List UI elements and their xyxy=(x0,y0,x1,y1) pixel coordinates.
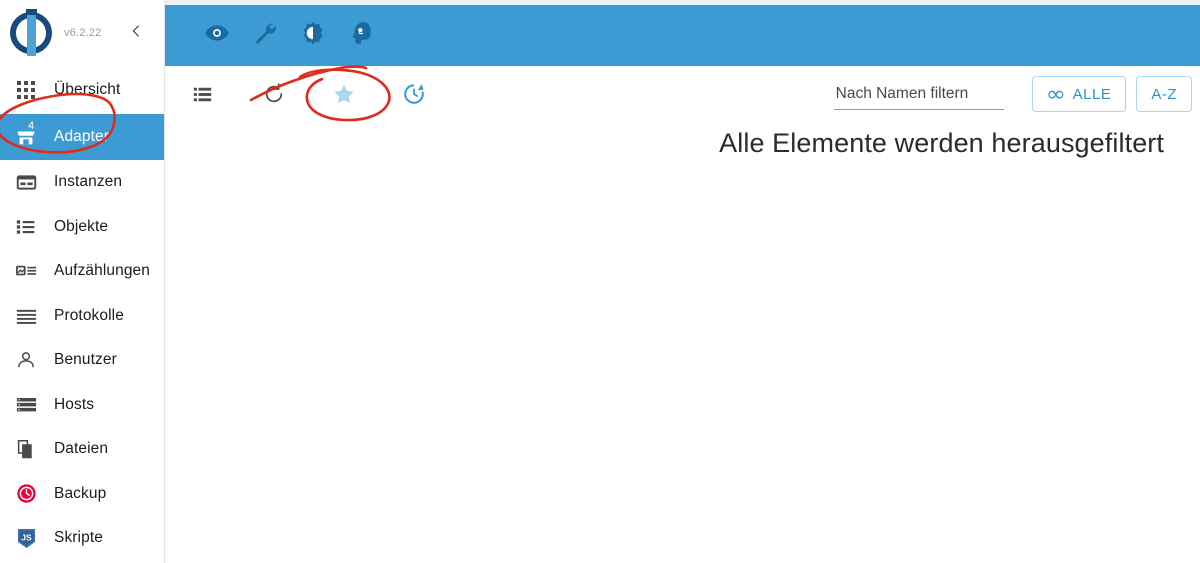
logo-bar xyxy=(26,9,37,56)
sidebar-item-instanzen[interactable]: Instanzen xyxy=(0,160,164,205)
logs-icon xyxy=(14,304,38,328)
sidebar-header: v6.2.22 xyxy=(0,0,164,66)
apps-grid-icon xyxy=(14,78,38,102)
sidebar-item-label: Hosts xyxy=(54,395,95,413)
toolbar-right-group: ∞ ALLE A-Z xyxy=(833,76,1192,112)
star-icon[interactable] xyxy=(324,74,364,114)
sidebar: v6.2.22 Übersicht 4 Adapter Instanzen Ob… xyxy=(0,0,165,563)
sidebar-item-label: Übersicht xyxy=(54,81,121,98)
sidebar-item-label: Objekte xyxy=(54,217,109,235)
sidebar-item-benutzer[interactable]: Benutzer xyxy=(0,338,164,383)
sidebar-item-backup[interactable]: Backup xyxy=(0,472,164,517)
javascript-icon: JS xyxy=(14,526,38,550)
sidebar-item-aufzahlungen[interactable]: Aufzählungen xyxy=(0,249,164,294)
files-icon xyxy=(14,437,38,461)
sidebar-item-label: Benutzer xyxy=(54,351,117,369)
sidebar-item-objekte[interactable]: Objekte xyxy=(0,205,164,250)
store-icon xyxy=(14,125,38,149)
chevron-left-icon[interactable] xyxy=(124,20,148,44)
hosts-icon xyxy=(14,393,38,417)
enums-icon xyxy=(14,259,38,283)
instances-icon xyxy=(14,170,38,194)
update-clock-icon[interactable] xyxy=(394,74,434,114)
view-list-icon[interactable] xyxy=(182,74,222,114)
filter-all-button[interactable]: ∞ ALLE xyxy=(1031,76,1127,112)
sidebar-item-label: Backup xyxy=(54,484,107,502)
eye-icon[interactable] xyxy=(195,13,239,53)
app-window: v6.2.22 Übersicht 4 Adapter Instanzen Ob… xyxy=(0,0,1200,563)
person-icon xyxy=(14,348,38,372)
sidebar-item-ubersicht[interactable]: Übersicht xyxy=(0,66,164,114)
backup-clock-icon xyxy=(14,482,38,506)
infinity-icon: ∞ xyxy=(1045,81,1066,106)
sidebar-item-label: Instanzen xyxy=(54,173,123,191)
wrench-icon[interactable] xyxy=(243,13,287,53)
sidebar-item-skripte[interactable]: JS Skripte xyxy=(0,516,164,561)
brightness-icon[interactable] xyxy=(291,13,335,53)
sidebar-item-label: Adapter xyxy=(54,128,109,145)
svg-text:JS: JS xyxy=(21,532,32,542)
expert-head-icon[interactable] xyxy=(339,13,383,53)
app-version: v6.2.22 xyxy=(64,27,102,39)
sidebar-item-label: Skripte xyxy=(54,529,103,547)
top-app-bar xyxy=(165,0,1200,66)
sidebar-item-adapter[interactable]: 4 Adapter xyxy=(0,114,164,160)
empty-state-message: Alle Elemente werden herausgefiltert xyxy=(719,128,1164,158)
sidebar-nav: Übersicht 4 Adapter Instanzen Objekte Au… xyxy=(0,66,164,561)
adapter-update-badge: 4 xyxy=(28,120,35,132)
iobroker-logo xyxy=(8,9,54,56)
list-objects-icon xyxy=(14,215,38,239)
main-content: ∞ ALLE A-Z Alle Elemente werden herausge… xyxy=(166,66,1200,563)
sidebar-item-hosts[interactable]: Hosts xyxy=(0,383,164,428)
sort-az-button[interactable]: A-Z xyxy=(1136,76,1192,112)
sidebar-item-label: Aufzählungen xyxy=(54,262,151,280)
filter-all-label: ALLE xyxy=(1072,85,1112,103)
filter-input[interactable] xyxy=(833,83,1004,110)
sidebar-item-label: Dateien xyxy=(54,440,109,458)
refresh-icon[interactable] xyxy=(254,74,294,114)
sidebar-item-label: Protokolle xyxy=(54,306,124,324)
adapter-toolbar: ∞ ALLE A-Z xyxy=(166,66,1200,122)
sort-az-label: A-Z xyxy=(1151,85,1177,103)
sidebar-item-protokolle[interactable]: Protokolle xyxy=(0,294,164,339)
sidebar-item-dateien[interactable]: Dateien xyxy=(0,427,164,472)
